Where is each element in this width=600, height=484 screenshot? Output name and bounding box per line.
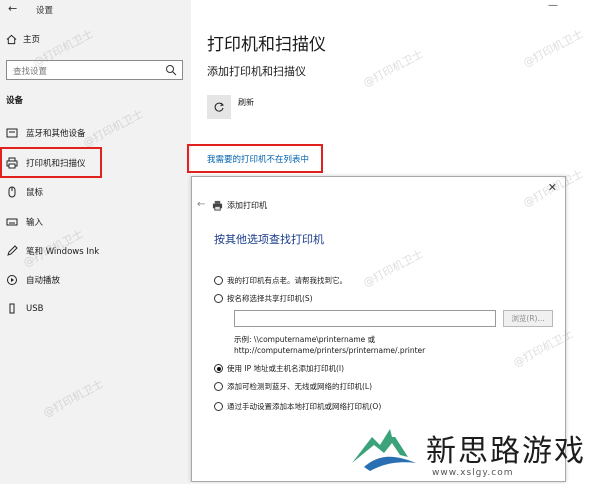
sidebar-item-label: 自动播放 [26, 276, 61, 286]
radio-button[interactable] [214, 294, 223, 303]
option-label: 通过手动设置添加本地打印机或网络打印机(O) [227, 402, 382, 411]
option-shared-printer[interactable]: 按名称选择共享打印机(S) [214, 293, 313, 304]
search-input[interactable]: 查找设置 [6, 60, 183, 80]
sidebar-item-label: 蓝牙和其他设备 [26, 129, 86, 139]
bluetooth-icon [6, 127, 18, 139]
refresh-button[interactable] [207, 95, 231, 119]
close-icon[interactable]: ✕ [548, 181, 557, 194]
mouse-icon [6, 186, 18, 198]
home-label: 主页 [23, 35, 41, 45]
home-nav[interactable]: 主页 [6, 33, 40, 45]
sidebar-item-label: USB [26, 304, 44, 314]
option-ip-address[interactable]: 使用 IP 地址或主机名添加打印机(I) [214, 363, 344, 374]
settings-sidebar: ← 设置 主页 查找设置 设备 蓝牙和其他设备 打印机和扫描仪 鼠标 输入 笔和… [0, 0, 191, 484]
home-icon [6, 34, 17, 44]
sidebar-item-label: 笔和 Windows Ink [26, 247, 100, 257]
option-manual[interactable]: 通过手动设置添加本地打印机或网络打印机(O) [214, 401, 381, 412]
shared-printer-name-input[interactable] [234, 310, 496, 327]
refresh-label: 刷新 [238, 98, 254, 107]
dialog-heading: 按其他选项查找打印机 [214, 233, 324, 246]
radio-button[interactable] [214, 276, 223, 285]
search-placeholder: 查找设置 [13, 67, 48, 77]
sidebar-item-typing[interactable]: 输入 [6, 213, 186, 231]
keyboard-icon [6, 216, 18, 228]
option-label: 使用 IP 地址或主机名添加打印机(I) [227, 364, 345, 373]
option-label: 按名称选择共享打印机(S) [227, 294, 313, 303]
mountain-logo-icon [352, 429, 416, 471]
example-line: 示例: \\computername\printername 或 [234, 335, 376, 344]
watermark-text: @打印机卫士 [521, 27, 586, 70]
watermark-text: @打印机卫士 [361, 47, 426, 90]
radio-button[interactable] [214, 364, 223, 373]
search-icon[interactable] [165, 64, 177, 76]
printer-not-listed-link[interactable]: 我需要的打印机不在列表中 [207, 153, 309, 165]
refresh-icon [214, 102, 224, 112]
sidebar-item-mouse[interactable]: 鼠标 [6, 183, 186, 201]
browse-button[interactable]: 浏览(R)... [503, 310, 553, 327]
printer-icon [212, 200, 223, 211]
brand-logo: 新思路游戏 [350, 423, 586, 473]
section-devices-label: 设备 [6, 96, 24, 106]
minimize-icon[interactable]: — [548, 0, 558, 11]
radio-button[interactable] [214, 382, 223, 391]
page-subtitle: 添加打印机和扫描仪 [207, 65, 306, 78]
brand-name: 新思路游戏 [426, 434, 586, 469]
option-old-printer[interactable]: 我的打印机有点老。请帮我找到它。 [214, 275, 347, 286]
radio-button[interactable] [214, 402, 223, 411]
sidebar-item-usb[interactable]: USB [6, 300, 186, 318]
brand-url: www.xslgy.com [432, 468, 514, 478]
option-wireless[interactable]: 添加可检测到蓝牙、无线或网络的打印机(L) [214, 381, 372, 392]
printers-highlight-box [0, 147, 102, 178]
pen-icon [6, 245, 18, 257]
usb-icon [6, 303, 18, 315]
settings-titlebar: ← 设置 [0, 0, 191, 18]
example-text: 示例: \\computername\printername 或 http://… [234, 334, 425, 356]
back-arrow-icon[interactable]: ← [197, 199, 205, 210]
dialog-title: 添加打印机 [227, 201, 267, 210]
sidebar-item-label: 鼠标 [26, 188, 44, 198]
sidebar-item-pen[interactable]: 笔和 Windows Ink [6, 242, 186, 260]
autoplay-icon [6, 274, 18, 286]
window-title: 设置 [36, 6, 54, 16]
option-label: 我的打印机有点老。请帮我找到它。 [227, 276, 347, 285]
sidebar-item-autoplay[interactable]: 自动播放 [6, 271, 186, 289]
sidebar-item-bluetooth[interactable]: 蓝牙和其他设备 [6, 124, 186, 142]
back-arrow-icon[interactable]: ← [8, 2, 17, 15]
option-label: 添加可检测到蓝牙、无线或网络的打印机(L) [227, 382, 373, 391]
sidebar-item-label: 输入 [26, 218, 44, 228]
page-title: 打印机和扫描仪 [207, 35, 326, 55]
example-line: http://computername/printers/printername… [234, 346, 426, 355]
